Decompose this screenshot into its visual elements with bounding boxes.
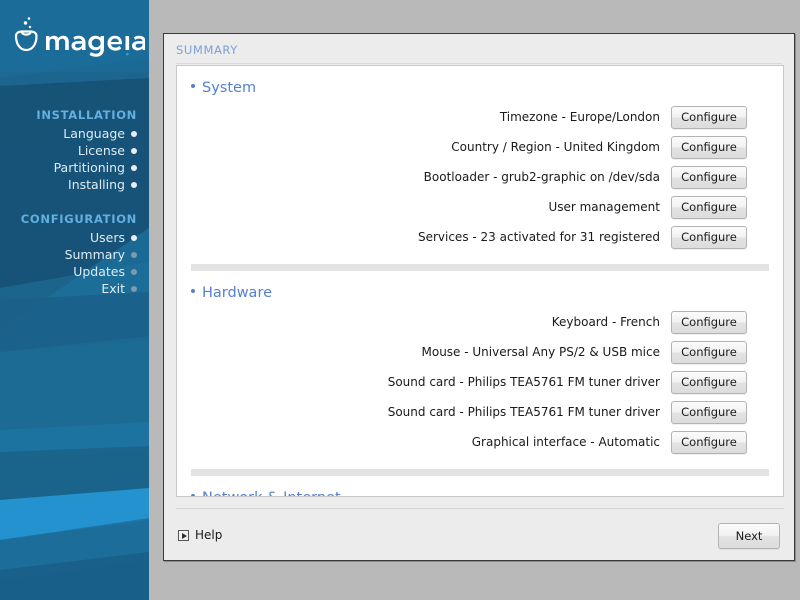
sidebar-item-exit[interactable]: Exit — [0, 280, 149, 297]
summary-row: Graphical interface - Automatic Configur… — [177, 427, 783, 457]
section-title: Network & Internet — [202, 490, 341, 496]
section-header-network-internet: Network & Internet — [177, 476, 783, 496]
sidebar-item-label: Exit — [101, 281, 125, 296]
help-button[interactable]: Help — [178, 528, 222, 542]
summary-row: Country / Region - United Kingdom Config… — [177, 132, 783, 162]
section-separator — [191, 469, 769, 476]
sidebar-item-license[interactable]: License — [0, 142, 149, 159]
row-label: Timezone - Europe/London — [499, 110, 660, 124]
configure-button-sound-card-1[interactable]: Configure — [671, 370, 747, 394]
nav-group-title-configuration: CONFIGURATION — [20, 212, 137, 226]
mageia-logo-icon — [14, 17, 146, 57]
sidebar-item-installing[interactable]: Installing — [0, 176, 149, 193]
summary-list: System Timezone - Europe/London Configur… — [177, 66, 783, 496]
summary-row: Keyboard - French Configure — [177, 307, 783, 337]
help-label: Help — [195, 528, 223, 542]
section-title: System — [202, 80, 257, 96]
arrow-right-box-icon — [178, 529, 189, 541]
status-dot-icon — [131, 286, 137, 292]
sidebar-item-label: Summary — [64, 247, 125, 262]
row-label: Bootloader - grub2-graphic on /dev/sda — [423, 170, 660, 184]
row-label: Graphical interface - Automatic — [471, 435, 660, 449]
summary-row: Services - 23 activated for 31 registere… — [177, 222, 783, 252]
status-dot-icon — [131, 165, 137, 171]
sidebar-item-label: Language — [63, 126, 125, 141]
status-dot-icon — [131, 131, 137, 137]
configure-button-keyboard[interactable]: Configure — [671, 310, 747, 334]
section-title: Hardware — [202, 285, 273, 301]
row-label: User management — [548, 200, 660, 214]
configure-button-country-region[interactable]: Configure — [671, 135, 747, 159]
sidebar-item-label: Installing — [68, 177, 125, 192]
configure-button-sound-card-2[interactable]: Configure — [671, 400, 747, 424]
sidebar-item-summary[interactable]: Summary — [0, 246, 149, 263]
summary-row: Bootloader - grub2-graphic on /dev/sda C… — [177, 162, 783, 192]
sidebar-item-label: Users — [89, 230, 125, 245]
section-header-hardware: Hardware — [177, 271, 783, 307]
summary-row: Sound card - Philips TEA5761 FM tuner dr… — [177, 367, 783, 397]
row-label: Mouse - Universal Any PS/2 & USB mice — [421, 345, 661, 359]
section-separator — [191, 264, 769, 271]
sidebar: INSTALLATION Language License Partitioni… — [0, 0, 149, 600]
sidebar-item-label: Partitioning — [53, 160, 125, 175]
status-dot-icon — [131, 182, 137, 188]
sidebar-item-label: License — [77, 143, 125, 158]
dialog-toolbar: Help Next — [164, 514, 794, 560]
status-dot-icon — [131, 269, 137, 275]
summary-row: Mouse - Universal Any PS/2 & USB mice Co… — [177, 337, 783, 367]
summary-dialog: SUMMARY System Timezone - Europe/London … — [163, 33, 795, 561]
configure-button-timezone[interactable]: Configure — [671, 105, 747, 129]
page-title: SUMMARY — [176, 43, 238, 57]
section-header-system: System — [177, 66, 783, 102]
row-label: Services - 23 activated for 31 registere… — [417, 230, 660, 244]
row-label: Country / Region - United Kingdom — [451, 140, 660, 154]
installer-screen: INSTALLATION Language License Partitioni… — [0, 0, 800, 600]
row-label: Sound card - Philips TEA5761 FM tuner dr… — [387, 405, 660, 419]
configure-button-user-management[interactable]: Configure — [671, 195, 747, 219]
toolbar-divider — [176, 508, 784, 509]
sidebar-item-partitioning[interactable]: Partitioning — [0, 159, 149, 176]
summary-scroll-panel[interactable]: System Timezone - Europe/London Configur… — [176, 65, 784, 497]
sidebar-item-users[interactable]: Users — [0, 229, 149, 246]
sidebar-item-updates[interactable]: Updates — [0, 263, 149, 280]
summary-row: User management Configure — [177, 192, 783, 222]
status-dot-icon — [131, 252, 137, 258]
next-button[interactable]: Next — [718, 523, 780, 549]
bullet-icon — [191, 84, 195, 88]
bullet-icon — [191, 494, 195, 496]
sidebar-decorative-waves — [0, 0, 149, 600]
sidebar-item-language[interactable]: Language — [0, 125, 149, 142]
configure-button-graphical-interface[interactable]: Configure — [671, 430, 747, 454]
sidebar-item-label: Updates — [73, 264, 125, 279]
configure-button-bootloader[interactable]: Configure — [671, 165, 747, 189]
status-dot-icon — [131, 148, 137, 154]
configure-button-services[interactable]: Configure — [671, 225, 747, 249]
summary-row: Sound card - Philips TEA5761 FM tuner dr… — [177, 397, 783, 427]
summary-row: Timezone - Europe/London Configure — [177, 102, 783, 132]
configure-button-mouse[interactable]: Configure — [671, 340, 747, 364]
status-dot-icon — [131, 235, 137, 241]
title-divider — [176, 63, 782, 64]
sidebar-nav: INSTALLATION Language License Partitioni… — [0, 108, 149, 297]
row-label: Sound card - Philips TEA5761 FM tuner dr… — [387, 375, 660, 389]
row-label: Keyboard - French — [551, 315, 660, 329]
mageia-logo — [10, 14, 146, 60]
nav-group-title-installation: INSTALLATION — [36, 108, 137, 122]
bullet-icon — [191, 289, 195, 293]
